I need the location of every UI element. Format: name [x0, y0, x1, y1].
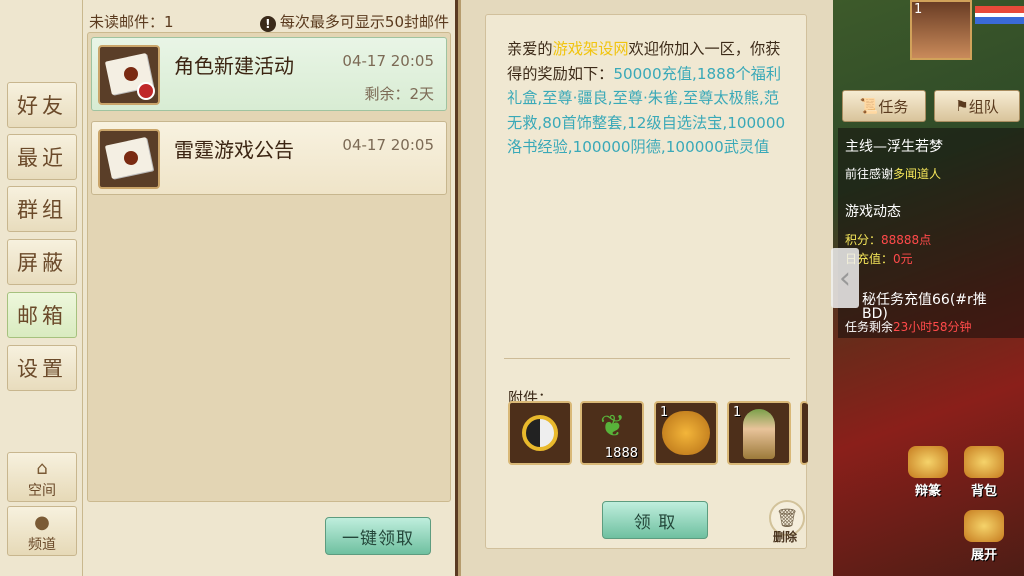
channel-button[interactable]: ● 频道 — [7, 506, 77, 556]
claim-button[interactable]: 领 取 — [602, 501, 708, 539]
mail-title: 角色新建活动 — [174, 54, 294, 78]
tab-friends[interactable]: 好友 — [7, 82, 77, 128]
letter-icon — [98, 45, 160, 105]
letter-icon — [98, 129, 160, 189]
button-label: 背包 — [970, 484, 997, 499]
house-icon: ⌂ — [36, 458, 48, 479]
tab-tasks[interactable]: 📜 任务 — [842, 90, 926, 122]
mail-list: 角色新建活动 04-17 20:05 剩余：2天 雷霆游戏公告 04-17 20… — [87, 32, 451, 502]
mail-title: 雷霆游戏公告 — [174, 138, 294, 162]
tab-label: 群组 — [17, 198, 67, 222]
unread-label: 未读邮件： — [89, 13, 165, 31]
trash-icon: 🗑 — [775, 507, 799, 529]
recharge-value: 0元 — [893, 252, 913, 266]
tab-label: 邮箱 — [17, 304, 67, 328]
backpack-button[interactable]: 背包 — [962, 446, 1006, 499]
space-label: 空间 — [28, 483, 56, 499]
quest-hint: 前往感谢多闻道人 — [845, 165, 941, 182]
mail-time: 04-17 20:05 — [342, 52, 434, 70]
tab-label: 任务 — [878, 97, 909, 116]
item-count: 1888 — [604, 446, 638, 461]
quest-hint-text: 前往感谢 — [845, 167, 894, 181]
chevron-left-icon: ‹ — [839, 260, 851, 296]
site-name: 游戏架设网 — [552, 40, 629, 58]
mail-detail-panel: 亲爱的游戏架设网欢迎你加入一区，你获得的奖励如下：50000充值,1888个福利… — [458, 0, 833, 576]
sprout-icon: ❦ — [600, 409, 626, 444]
expand-button[interactable]: 展开 — [962, 510, 1006, 563]
attachment-slot[interactable] — [508, 401, 572, 465]
unread-count: 1 — [164, 13, 174, 31]
score-value: 88888点 — [881, 233, 932, 247]
scroll-icon: 📜 — [859, 97, 879, 115]
mail-item[interactable]: 雷霆游戏公告 04-17 20:05 — [91, 121, 447, 195]
claim-all-label: 一键领取 — [342, 528, 414, 549]
tab-label: 组队 — [968, 97, 999, 116]
claim-label: 领 取 — [633, 512, 677, 533]
collapse-arrow-button[interactable]: ‹ — [831, 248, 859, 308]
button-label: 辩篆 — [914, 484, 941, 499]
attachment-slot[interactable]: 1 — [727, 401, 791, 465]
game-button-1[interactable]: 辩篆 — [906, 446, 950, 499]
mail-body: 亲爱的游戏架设网欢迎你加入一区，你获得的奖励如下：50000充值,1888个福利… — [507, 37, 789, 160]
tab-settings[interactable]: 设置 — [7, 345, 77, 391]
delete-label: 删除 — [773, 530, 798, 544]
mail-time: 04-17 20:05 — [342, 136, 434, 154]
teapot-icon — [908, 446, 948, 478]
mail-limit-notice: ! 每次最多可显示50封邮件 — [259, 11, 449, 32]
tab-mailbox[interactable]: 邮箱 — [7, 292, 77, 338]
attachment-slot[interactable]: 1 — [654, 401, 718, 465]
warning-icon: ! — [259, 16, 276, 32]
tab-groups[interactable]: 群组 — [7, 186, 77, 232]
task-remaining: 任务剩余23小时58分钟 — [845, 318, 972, 335]
lady-portrait-icon — [743, 409, 775, 459]
greeting: 亲爱的 — [507, 40, 553, 58]
main-quest[interactable]: 主线—浮生若梦 — [845, 136, 943, 156]
item-level: 1 — [733, 405, 742, 420]
quest-npc: 多闻道人 — [893, 167, 942, 181]
chat-bubble-icon: ● — [34, 512, 50, 533]
tab-label: 屏蔽 — [17, 251, 67, 275]
player-level: 1 — [914, 2, 923, 17]
lion-icon — [662, 411, 710, 455]
tab-recent[interactable]: 最近 — [7, 134, 77, 180]
category-tab-column: 好友 最近 群组 屏蔽 邮箱 设置 ⌂ 空间 ● 频道 — [0, 0, 83, 576]
mail-remaining: 剩余：2天 — [364, 85, 434, 103]
attachment-slot[interactable]: ❦ 1888 — [580, 401, 644, 465]
claim-all-button[interactable]: 一键领取 — [325, 517, 431, 555]
tab-label: 好友 — [17, 94, 67, 118]
notice-text: 每次最多可显示50封邮件 — [279, 13, 449, 31]
tab-blocked[interactable]: 屏蔽 — [7, 239, 77, 285]
item-level: 1 — [660, 405, 669, 420]
mail-list-panel: 未读邮件：1 ! 每次最多可显示50封邮件 角色新建活动 04-17 20:05 … — [83, 0, 455, 576]
mail-content: 亲爱的游戏架设网欢迎你加入一区，你获得的奖励如下：50000充值,1888个福利… — [485, 14, 808, 549]
divider — [504, 358, 790, 359]
game-dynamic-title: 游戏动态 — [845, 204, 901, 220]
tab-team[interactable]: ⚑ 组队 — [934, 90, 1020, 122]
button-label: 展开 — [970, 548, 997, 563]
tab-label: 设置 — [17, 357, 67, 381]
attachment-pin-icon — [137, 82, 155, 100]
attachment-slot-partial — [800, 401, 808, 465]
channel-label: 频道 — [28, 537, 56, 553]
remaining-label: 任务剩余 — [845, 320, 894, 334]
flag-icon: ⚑ — [955, 97, 969, 115]
score-label: 积分： — [845, 233, 882, 247]
tab-label: 最近 — [17, 146, 67, 170]
mail-item-selected[interactable]: 角色新建活动 04-17 20:05 剩余：2天 — [91, 37, 447, 111]
mail-list-header: 未读邮件：1 ! 每次最多可显示50封邮件 — [89, 11, 449, 32]
score-line: 积分：88888点 — [845, 231, 931, 248]
hp-mp-bar — [975, 6, 1024, 24]
fox-icon — [964, 510, 1004, 542]
backpack-icon — [964, 446, 1004, 478]
space-button[interactable]: ⌂ 空间 — [7, 452, 77, 502]
yin-yang-icon — [522, 415, 558, 451]
remaining-value: 23小时58分钟 — [893, 320, 972, 334]
